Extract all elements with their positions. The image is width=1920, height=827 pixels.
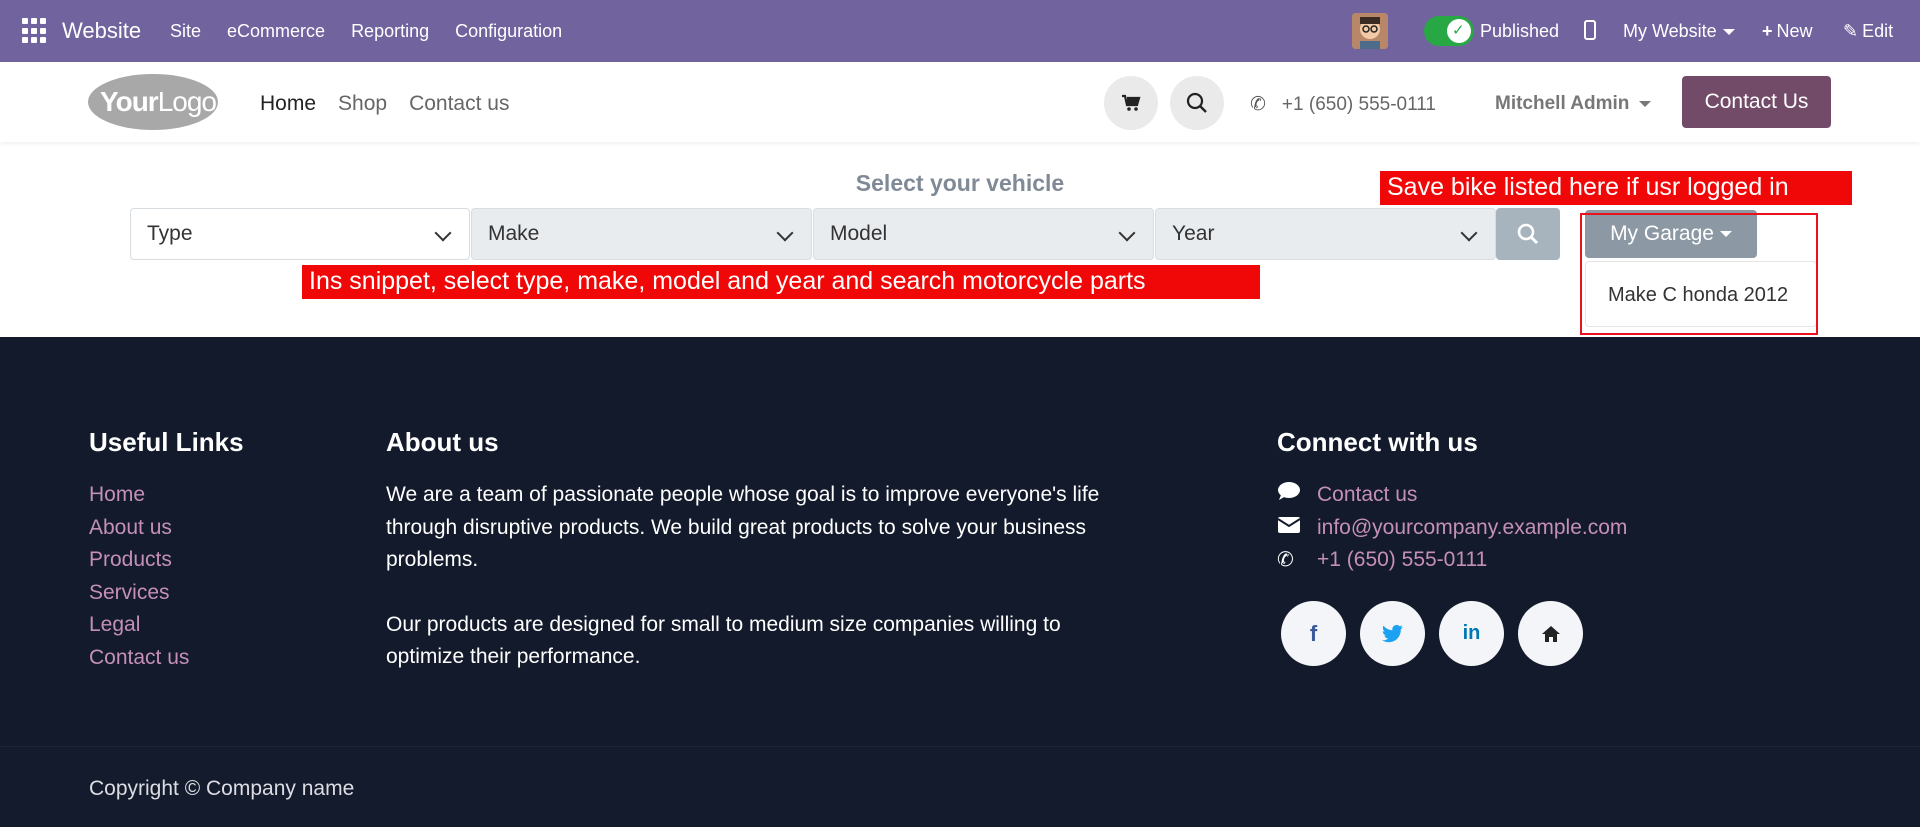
footer-link-contact-us[interactable]: Contact us: [89, 642, 189, 675]
new-button[interactable]: + New: [1762, 21, 1813, 42]
copyright-bar: Copyright © Company name: [0, 747, 1920, 827]
chevron-down-icon: [1639, 100, 1652, 107]
admin-menu-ecommerce[interactable]: eCommerce: [227, 21, 325, 42]
cart-button[interactable]: [1104, 76, 1158, 130]
phone-icon: ✆: [1250, 94, 1266, 115]
social-links: f in: [1281, 601, 1583, 666]
connect-email-link[interactable]: info@yourcompany.example.com: [1317, 512, 1627, 545]
make-select[interactable]: Make: [471, 208, 812, 260]
published-toggle[interactable]: [1424, 16, 1474, 46]
connect-email-row[interactable]: info@yourcompany.example.com: [1277, 512, 1627, 545]
year-select[interactable]: Year: [1155, 208, 1496, 260]
nav-home[interactable]: Home: [260, 92, 316, 116]
plus-icon: +: [1762, 21, 1773, 41]
main-nav: Home Shop Contact us: [260, 92, 509, 116]
contact-us-button[interactable]: Contact Us: [1682, 76, 1831, 128]
copyright-text: Copyright © Company name: [89, 777, 355, 800]
type-select[interactable]: Type: [130, 208, 470, 260]
twitter-icon[interactable]: [1360, 601, 1425, 666]
chevron-down-icon: [434, 224, 452, 242]
about-text: We are a team of passionate people whose…: [386, 479, 1106, 706]
year-select-value: Year: [1172, 222, 1215, 245]
admin-menu-configuration[interactable]: Configuration: [455, 21, 562, 42]
header-phone-number: +1 (650) 555-0111: [1281, 94, 1436, 115]
model-select[interactable]: Model: [813, 208, 1154, 260]
footer-link-products[interactable]: Products: [89, 544, 189, 577]
useful-links-list: Home About us Products Services Legal Co…: [89, 479, 189, 674]
envelope-icon: [1277, 512, 1317, 545]
apps-grid-icon[interactable]: [22, 18, 48, 44]
logo-text-bold: Your: [100, 86, 159, 117]
make-select-value: Make: [488, 222, 540, 245]
user-name: Mitchell Admin: [1495, 93, 1630, 114]
comment-icon: [1277, 479, 1317, 512]
header-phone[interactable]: ✆ +1 (650) 555-0111: [1250, 93, 1436, 116]
admin-menu-reporting[interactable]: Reporting: [351, 21, 429, 42]
cart-icon: [1122, 94, 1141, 111]
admin-menu-site[interactable]: Site: [170, 21, 201, 42]
chevron-down-icon: [1722, 29, 1735, 36]
nav-shop[interactable]: Shop: [338, 92, 387, 116]
edit-button-label: Edit: [1862, 21, 1894, 41]
website-switcher-label: My Website: [1623, 21, 1717, 41]
footer-link-legal[interactable]: Legal: [89, 609, 189, 642]
vehicle-search-button[interactable]: [1496, 208, 1560, 260]
chevron-down-icon: [1460, 224, 1478, 242]
annotation-snippet-note: Ins snippet, select type, make, model an…: [302, 265, 1260, 299]
admin-menu: Site eCommerce Reporting Configuration: [170, 21, 562, 42]
connect-contact-link[interactable]: Contact us: [1317, 479, 1417, 512]
footer-link-services[interactable]: Services: [89, 577, 189, 610]
model-select-value: Model: [830, 222, 888, 245]
phone-icon: ✆: [1277, 549, 1294, 571]
nav-contact-us[interactable]: Contact us: [409, 92, 509, 116]
user-menu[interactable]: Mitchell Admin: [1495, 93, 1652, 115]
annotation-garage-note: Save bike listed here if usr logged in: [1380, 171, 1852, 205]
connect-phone-link[interactable]: +1 (650) 555-0111: [1317, 544, 1487, 577]
connect-phone-row[interactable]: ✆ +1 (650) 555-0111: [1277, 544, 1627, 577]
logo-text: YourLogo: [100, 86, 217, 118]
footer-link-home[interactable]: Home: [89, 479, 189, 512]
connect-contact-row[interactable]: Contact us: [1277, 479, 1627, 512]
published-label[interactable]: Published: [1480, 21, 1559, 42]
connect-title: Connect with us: [1277, 427, 1478, 457]
search-icon: [1186, 92, 1207, 113]
annotation-highlight-box: [1580, 213, 1818, 335]
footer-link-about-us[interactable]: About us: [89, 512, 189, 545]
chevron-down-icon: [1118, 224, 1136, 242]
about-paragraph: Our products are designed for small to m…: [386, 612, 1061, 669]
site-header: YourLogo Home Shop Contact us ✆ +1 (650) …: [0, 62, 1920, 142]
new-button-label: New: [1776, 21, 1813, 41]
logo-text-thin: Logo: [157, 86, 217, 117]
search-button[interactable]: [1170, 76, 1224, 130]
pencil-icon: ✎: [1843, 21, 1859, 41]
search-icon: [1517, 223, 1539, 245]
facebook-icon[interactable]: f: [1281, 601, 1346, 666]
connect-list: Contact us info@yourcompany.example.com …: [1277, 479, 1627, 577]
website-switcher[interactable]: My Website: [1623, 21, 1735, 42]
about-paragraph: We are a team of passionate people whose…: [386, 483, 1100, 571]
footer: Useful Links Home About us Products Serv…: [0, 337, 1920, 747]
mobile-preview-icon[interactable]: [1584, 20, 1596, 40]
about-title: About us: [386, 427, 499, 457]
edit-button[interactable]: ✎ Edit: [1843, 21, 1893, 42]
home-icon[interactable]: [1518, 601, 1583, 666]
user-avatar[interactable]: [1352, 13, 1388, 49]
chevron-down-icon: [776, 224, 794, 242]
admin-bar: Website Site eCommerce Reporting Configu…: [0, 0, 1920, 62]
useful-links-title: Useful Links: [89, 427, 244, 457]
linkedin-icon[interactable]: in: [1439, 601, 1504, 666]
type-select-value: Type: [147, 222, 193, 245]
admin-app-title[interactable]: Website: [62, 18, 141, 44]
